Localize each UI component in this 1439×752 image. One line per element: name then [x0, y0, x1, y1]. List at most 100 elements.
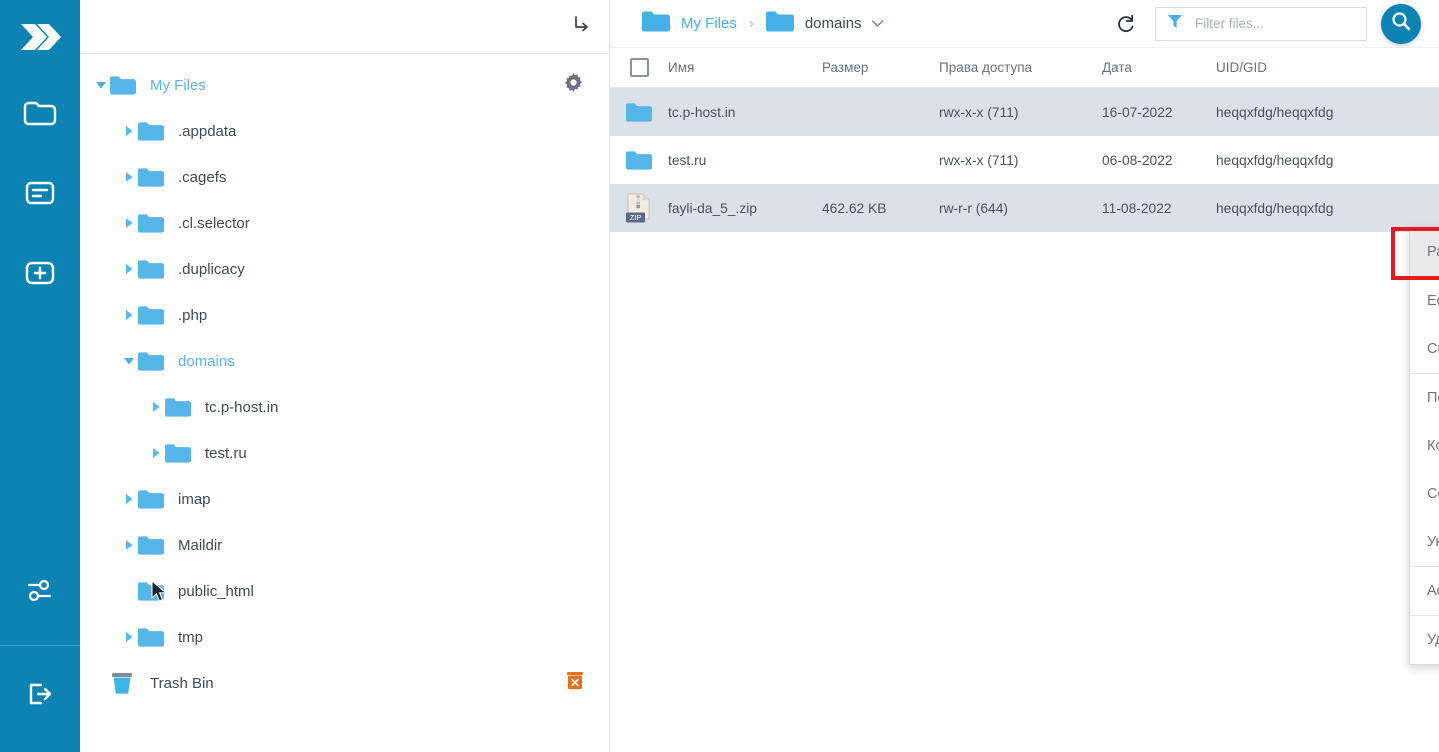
caret-right-icon[interactable]: [120, 125, 138, 137]
table-row[interactable]: ZIP fayli-da_5_.zip 462.62 KB rw-r-r (644) 1…: [610, 184, 1439, 232]
table-row[interactable]: test.ru rwx-x-x (711) 06-08-2022 heqqxfdg/h…: [610, 136, 1439, 184]
column-header-uidgid[interactable]: UID/GID: [1216, 60, 1439, 75]
cell-name: fayli-da_5_.zip: [668, 200, 757, 216]
tree-item-maildir[interactable]: Maildir: [80, 522, 609, 568]
folder-icon: [165, 397, 195, 418]
cell-permissions: rwx-x-x (711): [939, 104, 1019, 120]
caret-right-icon[interactable]: [120, 263, 138, 275]
tree-item-php[interactable]: .php: [80, 292, 609, 338]
caret-right-icon[interactable]: [120, 539, 138, 551]
caret-right-icon[interactable]: [120, 631, 138, 643]
filter-input[interactable]: [1195, 16, 1356, 31]
main-panel: My Files › domains Filter files... Имя Р…: [610, 0, 1439, 752]
select-all-checkbox[interactable]: [629, 58, 649, 77]
caret-right-icon[interactable]: [147, 401, 165, 413]
folder-icon: [138, 581, 168, 602]
tree-item-appdata[interactable]: .appdata: [80, 108, 609, 154]
folder-icon: [110, 75, 140, 96]
folder-icon: [138, 535, 168, 556]
trash-bin-icon: [110, 671, 140, 696]
rail-item-logout[interactable]: [12, 668, 68, 724]
breadcrumb-label: My Files: [681, 15, 737, 32]
tree-item-label: .cl.selector: [178, 214, 250, 232]
tree-item-cagefs[interactable]: .cagefs: [80, 154, 609, 200]
tree-item-duplicacy[interactable]: .duplicacy: [80, 246, 609, 292]
tree-item-public-html[interactable]: public_html: [80, 568, 609, 614]
settings-sliders-icon: [25, 578, 55, 609]
cell-date: 06-08-2022: [1102, 152, 1173, 168]
rail-item-logs[interactable]: [12, 167, 68, 223]
caret-right-icon[interactable]: [120, 493, 138, 505]
table-header: Имя Размер Права доступа Дата UID/GID: [610, 48, 1439, 88]
folder-icon: [642, 10, 670, 38]
refresh-icon[interactable]: [1116, 14, 1136, 34]
cell-date: 11-08-2022: [1102, 200, 1172, 216]
caret-down-icon[interactable]: [120, 356, 138, 366]
tree-item-cl-selector[interactable]: .cl.selector: [80, 200, 609, 246]
context-menu-item[interactable]: Edit in new tab: [1410, 277, 1439, 325]
tree-item-tc-p-host-in[interactable]: tc.p-host.in: [80, 384, 609, 430]
context-menu-item[interactable]: Указать права доступа: [1410, 518, 1439, 566]
context-menu-item[interactable]: Add to archive: [1410, 567, 1439, 615]
rail-item-file-manager[interactable]: [12, 87, 68, 143]
search-button[interactable]: [1381, 3, 1421, 44]
tree-item-imap[interactable]: imap: [80, 476, 609, 522]
caret-down-icon[interactable]: [92, 80, 110, 90]
search-icon: [1390, 10, 1412, 37]
breadcrumb-item-domains[interactable]: domains: [765, 10, 884, 38]
caret-right-icon[interactable]: [120, 217, 138, 229]
tree-item-trash-bin[interactable]: Trash Bin: [80, 660, 609, 706]
column-header-name[interactable]: Имя: [668, 60, 822, 75]
tree-item-label: .cagefs: [178, 168, 227, 186]
gear-icon[interactable]: [564, 73, 583, 97]
breadcrumb-item-my-files[interactable]: My Files: [642, 10, 737, 38]
cell-size: 462.62 KB: [822, 200, 887, 216]
context-menu-item[interactable]: Скачать: [1410, 325, 1439, 373]
tree-item-my-files[interactable]: My Files: [80, 62, 609, 108]
toolbar: My Files › domains: [610, 0, 1439, 48]
tree-item-label: test.ru: [205, 444, 247, 462]
chevron-down-icon[interactable]: [871, 15, 884, 33]
tree-item-domains[interactable]: domains: [80, 338, 609, 384]
tree-item-label: imap: [178, 490, 211, 508]
cell-uidgid: heqqxfdg/heqqxfdg: [1216, 152, 1334, 168]
svg-text:ZIP: ZIP: [630, 213, 642, 222]
tree-item-tmp[interactable]: tmp: [80, 614, 609, 660]
tree-item-test-ru[interactable]: test.ru: [80, 430, 609, 476]
tree-item-label: public_html: [178, 582, 254, 600]
column-header-perms[interactable]: Права доступа: [939, 60, 1102, 75]
collapse-arrow-icon[interactable]: [571, 14, 591, 39]
context-menu-item[interactable]: Переименовать: [1410, 374, 1439, 422]
folder-icon: [165, 443, 195, 464]
app-logo[interactable]: [17, 18, 63, 61]
folder-icon: [138, 489, 168, 510]
column-header-date[interactable]: Дата: [1102, 60, 1216, 75]
cell-permissions: rw-r-r (644): [939, 200, 1008, 216]
rail-item-settings[interactable]: [12, 565, 68, 621]
cell-uidgid: heqqxfdg/heqqxfdg: [1216, 104, 1334, 120]
tree-item-label: .appdata: [178, 122, 237, 140]
context-menu-item[interactable]: Copy/Move to...: [1410, 470, 1439, 518]
breadcrumb-separator: ›: [748, 15, 754, 32]
folder-icon: [138, 259, 168, 280]
context-menu-item[interactable]: Удалить: [1410, 616, 1439, 664]
filter-box[interactable]: [1155, 6, 1367, 41]
column-header-size[interactable]: Размер: [822, 60, 939, 75]
caret-right-icon[interactable]: [120, 309, 138, 321]
table-row[interactable]: tc.p-host.in rwx-x-x (711) 16-07-2022 heqqx…: [610, 88, 1439, 136]
rail-divider: [0, 645, 80, 646]
folder-icon: [610, 102, 668, 123]
breadcrumb-label: domains: [804, 15, 862, 32]
caret-right-icon[interactable]: [120, 171, 138, 183]
tree-item-label: tmp: [178, 628, 204, 646]
context-menu-item[interactable]: Копировать: [1410, 422, 1439, 470]
caret-right-icon[interactable]: [147, 447, 165, 459]
select-all-cell: [610, 58, 668, 77]
context-menu-item[interactable]: Распаковать: [1410, 228, 1439, 276]
logout-icon: [25, 680, 55, 713]
trash-delete-icon[interactable]: [566, 671, 584, 695]
rail-item-create-new[interactable]: [12, 247, 68, 303]
file-table-body: tc.p-host.in rwx-x-x (711) 16-07-2022 heqqx…: [610, 88, 1439, 232]
file-tree: My Files .appdata .cagefs .cl.selector .dupl…: [80, 54, 609, 752]
tree-item-label: Maildir: [178, 536, 223, 554]
